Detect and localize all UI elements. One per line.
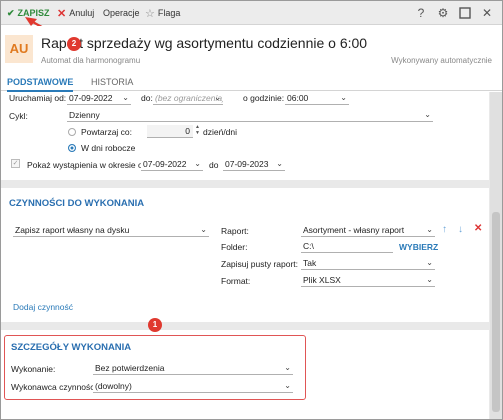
show-occurrences-checkbox[interactable]: ✓ — [11, 159, 20, 168]
delete-icon[interactable]: ✕ — [474, 223, 482, 235]
page-title: Raport sprzedaży wg asortymentu codzienn… — [41, 35, 368, 51]
chevron-down-icon: ⌄ — [426, 275, 433, 284]
tab-historia[interactable]: HISTORIA — [91, 77, 133, 87]
star-icon: ☆ — [145, 7, 155, 20]
show-label: Pokaż wystąpienia w okresie od — [27, 160, 148, 170]
move-up-icon[interactable]: ↑ — [442, 224, 447, 236]
report-label: Raport: — [221, 226, 249, 236]
format-label: Format: — [221, 276, 251, 286]
chevron-down-icon: ⌄ — [426, 225, 433, 234]
chevron-down-icon: ⌄ — [122, 93, 129, 102]
scroll-thumb[interactable] — [492, 212, 500, 412]
operations-button[interactable]: Operacje — [103, 6, 140, 20]
folder-input[interactable]: C:\ — [301, 240, 393, 253]
stepper-arrows-icon[interactable]: ▲ ▼ — [195, 124, 200, 136]
chevron-down-icon: ⌄ — [340, 93, 347, 102]
show-to-field[interactable]: 07-09-2023 ⌄ — [223, 158, 285, 171]
workdays-label: W dni robocze — [81, 143, 136, 153]
operations-label: Operacje — [103, 8, 140, 18]
show-to-label: do — [209, 160, 219, 170]
window: ✔ ZAPISZ ✕ Anuluj Operacje ☆ Flaga ? ⚙ ✕… — [0, 0, 503, 420]
choose-folder-button[interactable]: WYBIERZ — [399, 242, 438, 252]
time-label: o godzinie: — [243, 93, 285, 103]
highlight-box — [4, 335, 306, 400]
until-date-field[interactable]: (bez ograniczenia) ⌄ — [153, 92, 223, 105]
repeat-stepper[interactable]: 0 — [147, 125, 193, 138]
gear-icon[interactable]: ⚙ — [435, 5, 451, 21]
schedule-panel: Uruchamiaj od: 07-09-2022 ⌄ do: (bez ogra… — [1, 92, 489, 180]
action-select[interactable]: Zapisz raport własny na dysku ⌄ — [13, 224, 209, 237]
actions-panel: CZYNNOŚCI DO WYKONANIA Zapisz raport wła… — [1, 188, 489, 322]
status-text: Wykonywany automatycznie — [391, 56, 492, 65]
time-field[interactable]: 06:00 ⌄ — [285, 92, 349, 105]
chevron-down-icon: ⌄ — [426, 258, 433, 267]
form-content: Uruchamiaj od: 07-09-2022 ⌄ do: (bez ogra… — [1, 92, 502, 419]
empty-report-value: Tak — [303, 258, 317, 268]
format-select[interactable]: Plik XLSX ⌄ — [301, 274, 435, 287]
flag-button[interactable]: ☆ Flaga — [145, 6, 180, 20]
tab-bar: PODSTAWOWE HISTORIA — [1, 73, 502, 92]
chevron-down-icon: ⌄ — [214, 93, 221, 102]
add-action-link[interactable]: Dodaj czynność — [13, 302, 73, 312]
chevron-down-icon: ⌄ — [194, 159, 201, 168]
workdays-radio[interactable] — [68, 144, 76, 152]
empty-report-label: Zapisuj pusty raport: — [221, 259, 299, 269]
cycle-label: Cykl: — [9, 111, 28, 121]
help-icon[interactable]: ? — [413, 5, 429, 21]
time-value: 06:00 — [287, 93, 309, 103]
annotation-badge-1: 1 — [148, 318, 162, 332]
until-label: do: — [141, 93, 153, 103]
chevron-down-icon: ⌄ — [200, 225, 207, 234]
start-label: Uruchamiaj od: — [9, 93, 67, 103]
show-from-value: 07-09-2022 — [143, 159, 187, 169]
chevron-down-icon: ⌄ — [276, 159, 283, 168]
close-window-icon[interactable]: ✕ — [479, 5, 495, 21]
flag-label: Flaga — [157, 8, 181, 18]
cycle-select[interactable]: Dzienny ⌄ — [67, 109, 433, 122]
action-value: Zapisz raport własny na dysku — [15, 225, 130, 235]
start-date-field[interactable]: 07-09-2022 ⌄ — [67, 92, 131, 105]
report-value: Asortyment - własny raport — [303, 225, 405, 235]
avatar: AU — [5, 35, 33, 63]
repeat-radio[interactable] — [68, 128, 76, 136]
annotation-badge-2: 2 — [67, 37, 81, 51]
maximize-icon[interactable] — [457, 5, 473, 21]
show-to-value: 07-09-2023 — [225, 159, 269, 169]
repeat-label: Powtarzaj co: — [81, 127, 133, 137]
report-select[interactable]: Asortyment - własny raport ⌄ — [301, 224, 435, 237]
actions-section-title: CZYNNOŚCI DO WYKONANIA — [9, 198, 145, 209]
repeat-unit: dzień/dni — [203, 127, 238, 137]
folder-label: Folder: — [221, 242, 248, 252]
tab-podstawowe[interactable]: PODSTAWOWE — [7, 77, 74, 92]
empty-report-select[interactable]: Tak ⌄ — [301, 257, 435, 270]
cycle-value: Dzienny — [69, 110, 100, 120]
move-down-icon[interactable]: ↓ — [458, 224, 463, 236]
show-from-field[interactable]: 07-09-2022 ⌄ — [141, 158, 203, 171]
format-value: Plik XLSX — [303, 275, 341, 285]
vertical-scrollbar[interactable] — [490, 92, 502, 419]
chevron-down-icon: ⌄ — [424, 110, 431, 119]
until-placeholder: (bez ograniczenia) — [155, 93, 223, 103]
page-subtitle: Automat dla harmonogramu — [41, 56, 141, 65]
start-date-value: 07-09-2022 — [69, 93, 113, 103]
